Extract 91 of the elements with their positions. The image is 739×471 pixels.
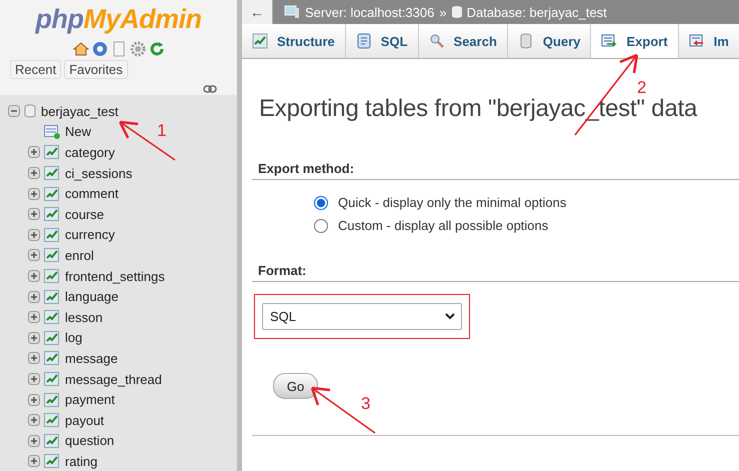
table-icon	[44, 454, 60, 468]
expand-icon[interactable]	[28, 167, 40, 180]
annotation-number: 1	[157, 121, 166, 141]
table-name[interactable]: payment	[65, 392, 115, 408]
annotation-arrow	[310, 386, 376, 434]
logo[interactable]: phpMyAdmin	[0, 0, 237, 35]
table-icon	[44, 207, 60, 222]
expand-icon[interactable]	[28, 352, 40, 364]
expand-icon[interactable]	[28, 188, 40, 200]
table-name[interactable]: comment	[65, 186, 118, 202]
table-name[interactable]: frontend_settings	[65, 268, 165, 284]
table-icon	[44, 248, 60, 262]
breadcrumb-separator: »	[439, 4, 447, 20]
search-icon	[428, 33, 445, 49]
chart-table-icon	[252, 33, 268, 49]
link-icon[interactable]	[203, 85, 217, 93]
annotation-number: 3	[361, 394, 370, 414]
radio-label[interactable]: Quick - display only the minimal options	[338, 195, 566, 210]
database-link[interactable]: Database: berjayac_test	[466, 4, 607, 20]
reload-icon[interactable]	[148, 41, 164, 57]
annotation-number: 2	[637, 78, 646, 98]
chevron-down-icon	[445, 313, 455, 320]
new-table-link[interactable]: New	[65, 124, 92, 140]
table-name[interactable]: category	[65, 144, 115, 160]
expand-icon[interactable]	[28, 228, 40, 241]
table-icon	[44, 434, 60, 448]
database-name[interactable]: berjayac_test	[41, 104, 118, 119]
table-name[interactable]: enrol	[65, 248, 94, 263]
nav-tab[interactable]: SQL	[346, 24, 419, 58]
table-icon	[44, 413, 60, 428]
sidebar-tab-button[interactable]: Recent	[10, 60, 62, 79]
expand-icon[interactable]	[28, 434, 40, 447]
expand-icon[interactable]	[28, 249, 40, 262]
section-heading: Export method:	[252, 161, 739, 180]
table-icon	[44, 310, 60, 324]
section-heading: Format:	[252, 263, 739, 282]
radio-button[interactable]	[314, 218, 328, 232]
format-select[interactable]: SQL	[262, 303, 462, 330]
expand-icon[interactable]	[28, 373, 40, 386]
server-link[interactable]: Server: localhost:3306	[305, 4, 434, 20]
expand-icon[interactable]	[28, 146, 40, 158]
expand-icon[interactable]	[28, 270, 40, 282]
table-name[interactable]: language	[65, 289, 118, 304]
home-icon[interactable]	[72, 41, 88, 57]
collapse-icon[interactable]	[8, 105, 20, 118]
help-icon[interactable]	[92, 41, 108, 57]
table-icon	[44, 392, 60, 407]
table-icon	[44, 330, 60, 345]
nav-tab[interactable]: Search	[418, 24, 508, 58]
table-name[interactable]: course	[65, 206, 104, 222]
expand-icon[interactable]	[28, 311, 40, 324]
expand-icon[interactable]	[28, 455, 40, 468]
table-name[interactable]: ci_sessions	[65, 166, 132, 181]
document-icon	[356, 33, 372, 49]
export-table-icon	[601, 33, 618, 49]
new-table-icon	[44, 124, 60, 139]
settings-icon[interactable]	[130, 41, 146, 57]
nav-tab[interactable]: Structure	[242, 24, 346, 58]
table-icon	[44, 269, 60, 284]
expand-icon[interactable]	[28, 414, 40, 426]
radio-button[interactable]	[314, 196, 328, 210]
annotation-arrow	[118, 120, 176, 161]
expand-icon[interactable]	[28, 394, 40, 406]
table-icon	[44, 145, 60, 160]
expand-icon[interactable]	[28, 290, 40, 303]
table-name[interactable]: message_thread	[65, 372, 162, 387]
table-name[interactable]: currency	[65, 227, 115, 242]
sidebar-tab-button[interactable]: Favorites	[64, 60, 128, 79]
nav-tab[interactable]: Export	[591, 24, 679, 58]
table-icon	[44, 372, 60, 386]
table-name[interactable]: lesson	[65, 310, 103, 325]
table-icon	[44, 166, 60, 180]
nav-tab[interactable]: Im	[678, 24, 739, 58]
database-icon	[24, 104, 36, 118]
server-icon	[284, 5, 300, 19]
table-name[interactable]: rating	[65, 454, 98, 469]
table-icon	[44, 290, 60, 304]
table-name[interactable]: question	[65, 433, 114, 448]
table-name[interactable]: log	[65, 330, 82, 346]
table-name[interactable]: payout	[65, 412, 104, 428]
table-icon	[44, 228, 60, 242]
table-icon	[44, 186, 60, 201]
database-icon	[452, 6, 462, 18]
go-button[interactable]: Go	[273, 373, 318, 399]
expand-icon[interactable]	[28, 332, 40, 344]
table-name[interactable]: message	[65, 350, 118, 366]
import-table-icon	[688, 33, 705, 49]
expand-icon[interactable]	[28, 208, 40, 220]
radio-label[interactable]: Custom - display all possible options	[338, 218, 548, 233]
table-icon	[44, 351, 60, 366]
database-icon	[518, 33, 534, 49]
